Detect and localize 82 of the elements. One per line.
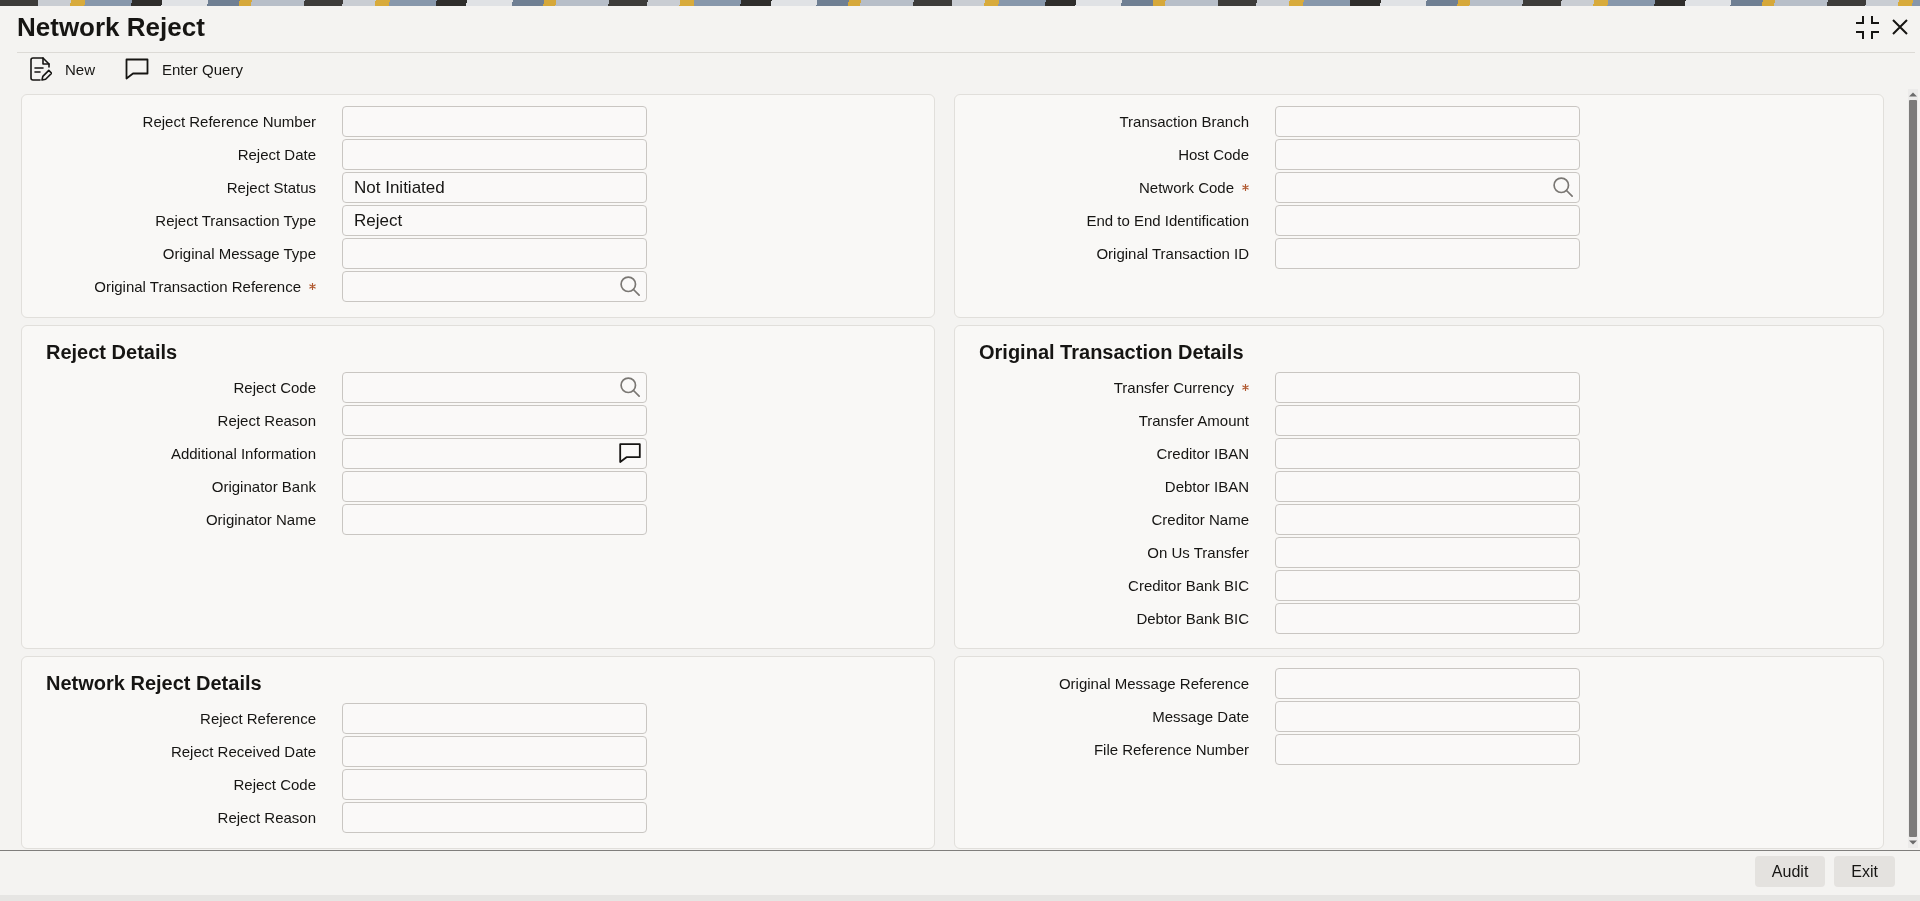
field-label: Reject Transaction Type (155, 211, 316, 230)
field-label: Reject Code (233, 775, 316, 794)
close-icon[interactable] (1892, 19, 1908, 35)
field-label: Creditor Bank BIC (1128, 576, 1249, 595)
footer-button[interactable]: Audit (1754, 856, 1826, 887)
field-label: Debtor Bank BIC (1136, 609, 1249, 628)
search-icon[interactable] (1553, 177, 1573, 197)
input-field[interactable] (342, 106, 647, 137)
input-field[interactable] (342, 139, 647, 170)
search-icon[interactable] (620, 377, 640, 397)
search-icon[interactable] (620, 276, 640, 296)
input-field[interactable] (342, 372, 647, 403)
input-field[interactable] (1275, 438, 1580, 469)
field-label: Reject Reference Number (142, 112, 316, 131)
input-field[interactable] (1275, 372, 1580, 403)
input-field[interactable] (1275, 238, 1580, 269)
field-label: Reject Reason (217, 411, 316, 430)
input-field[interactable] (342, 736, 647, 767)
input-field[interactable]: Not Initiated (342, 172, 647, 203)
input-field[interactable] (1275, 504, 1580, 535)
field-label: Original Transaction ID (1096, 244, 1249, 263)
field-label: On Us Transfer (1147, 543, 1249, 562)
input-field[interactable]: Reject (342, 205, 647, 236)
input-field[interactable] (1275, 172, 1580, 203)
field-label: Transaction Branch (1119, 112, 1249, 131)
scrollbar-thumb[interactable] (1909, 100, 1917, 837)
input-field[interactable] (342, 504, 647, 535)
input-field[interactable] (1275, 603, 1580, 634)
field-label: Reject Status (226, 178, 316, 197)
field-label: Reject Received Date (170, 742, 316, 761)
input-field[interactable] (342, 703, 647, 734)
input-field[interactable] (1275, 471, 1580, 502)
scroll-up-icon[interactable] (1908, 91, 1918, 97)
field-label: Host Code (1178, 145, 1249, 164)
input-field[interactable] (1275, 106, 1580, 137)
field-label: Reject Reason (217, 808, 316, 827)
new-button[interactable]: New (30, 57, 95, 81)
collapse-icon[interactable] (1855, 14, 1880, 40)
section-heading: Original Transaction Details (979, 340, 1244, 365)
input-field[interactable] (342, 405, 647, 436)
input-field[interactable] (1275, 668, 1580, 699)
field-label: Creditor IBAN (1156, 444, 1249, 463)
field-label: Originator Bank (211, 477, 316, 496)
speech-bubble-icon[interactable] (619, 443, 641, 463)
input-field[interactable] (1275, 570, 1580, 601)
input-field[interactable] (342, 271, 647, 302)
input-field[interactable] (1275, 537, 1580, 568)
field-label: Reject Reference (200, 709, 316, 728)
field-label: Transfer Currency (1113, 378, 1234, 397)
field-label: Originator Name (205, 510, 316, 529)
field-label: Additional Information (170, 444, 316, 463)
field-label: Reject Code (233, 378, 316, 397)
input-field[interactable] (1275, 205, 1580, 236)
field-label: Message Date (1152, 707, 1249, 726)
section-heading: Reject Details (46, 340, 178, 365)
input-field[interactable] (1275, 405, 1580, 436)
scroll-down-icon[interactable] (1908, 840, 1918, 846)
field-label: Debtor IBAN (1164, 477, 1249, 496)
scrollbar[interactable] (1908, 89, 1918, 848)
field-label: File Reference Number (1093, 740, 1249, 759)
input-field[interactable] (342, 802, 647, 833)
field-label: Original Message Type (162, 244, 316, 263)
field-label: Creditor Name (1151, 510, 1249, 529)
section-heading: Network Reject Details (46, 671, 262, 696)
field-label: Reject Date (237, 145, 316, 164)
input-field[interactable] (1275, 701, 1580, 732)
field-label: Original Message Reference (1058, 674, 1249, 693)
field-label: Network Code (1138, 178, 1234, 197)
input-field[interactable] (1275, 139, 1580, 170)
field-label: End to End Identification (1086, 211, 1249, 230)
field-label: Original Transaction Reference (94, 277, 301, 296)
input-field[interactable] (342, 769, 647, 800)
input-field[interactable] (1275, 734, 1580, 765)
input-field[interactable] (342, 438, 647, 469)
footer-button[interactable]: Exit (1834, 856, 1895, 887)
input-field[interactable] (342, 471, 647, 502)
input-field[interactable] (342, 238, 647, 269)
window-title: Network Reject (17, 12, 205, 42)
document-pencil-icon (30, 57, 52, 81)
field-label: Transfer Amount (1138, 411, 1249, 430)
speech-bubble-icon (125, 58, 149, 80)
enter-query-button[interactable]: Enter Query (125, 58, 243, 80)
